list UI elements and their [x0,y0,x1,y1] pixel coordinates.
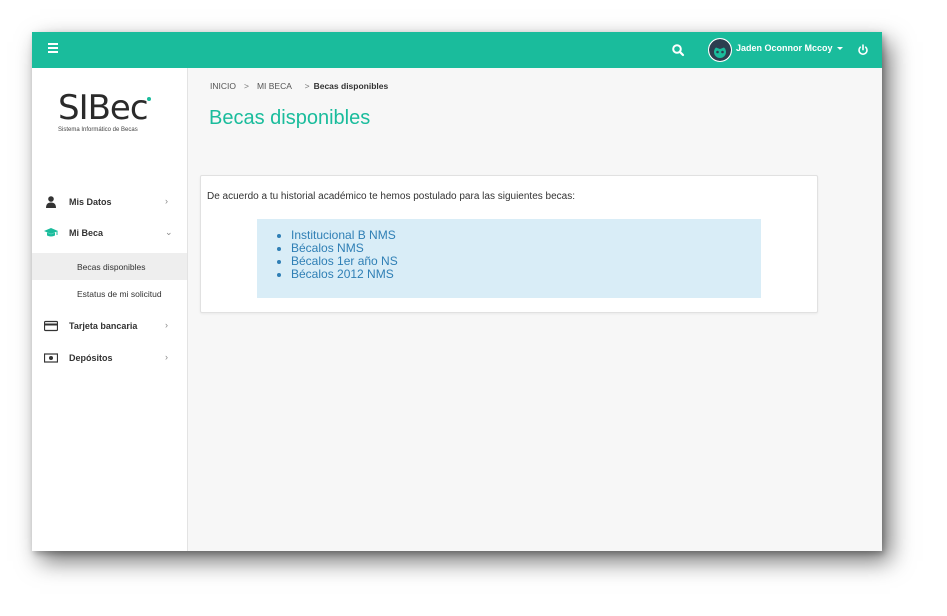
user-menu[interactable]: Jaden Oconnor Mccoy [736,43,843,53]
breadcrumb-separator: > [243,81,249,91]
logo-subtitle: Sistema Informático de Becas [58,127,138,133]
main-content: INICIO > MI BECA > Becas disponibles Becas … [188,68,882,551]
becas-list-box: Institucional B NMS Bécalos NMS Bécalos … [257,219,761,298]
page-title: Becas disponibles [209,107,371,129]
breadcrumb-current: Becas disponibles [313,81,389,91]
becas-list: Institucional B NMS Bécalos NMS Bécalos … [275,229,398,281]
chevron-right-icon: › [165,196,168,206]
chevron-right-icon: › [165,320,168,330]
money-icon [44,353,58,363]
hamburger-menu-icon[interactable] [48,43,58,57]
breadcrumb-separator: > [299,81,310,91]
chevron-down-icon: ⌄ [165,227,173,237]
list-item: Bécalos 2012 NMS [291,268,398,281]
sidebar-item-label: Depósitos [69,353,113,363]
top-navbar: Jaden Oconnor Mccoy [32,32,882,68]
breadcrumb: INICIO > MI BECA > Becas disponibles [210,81,388,91]
becas-card: De acuerdo a tu historial académico te h… [200,175,818,313]
logo-dot [147,97,151,101]
avatar-graduate-icon [709,39,731,61]
sidebar: SIBec Sistema Informático de Becas Mis D… [32,68,188,551]
sidebar-item-label: Mis Datos [69,197,112,207]
credit-card-icon [44,320,58,332]
sidebar-subitem-estatus-solicitud[interactable]: Estatus de mi solicitud [32,280,187,307]
user-avatar[interactable] [708,38,732,62]
sidebar-subitem-label: Estatus de mi solicitud [77,289,162,299]
sidebar-subitem-label: Becas disponibles [77,262,146,272]
breadcrumb-inicio[interactable]: INICIO [210,81,236,91]
sibec-logo: SIBec Sistema Informático de Becas [58,90,158,134]
chevron-right-icon: › [165,352,168,362]
sidebar-item-label: Tarjeta bancaria [69,321,138,331]
sidebar-subitem-becas-disponibles[interactable]: Becas disponibles [32,253,187,280]
user-name-label: Jaden Oconnor Mccoy [736,43,833,53]
sidebar-item-mis-datos[interactable]: Mis Datos › [32,187,187,217]
caret-down-icon [836,47,843,51]
intro-text: De acuerdo a tu historial académico te h… [207,191,575,202]
breadcrumb-mi-beca[interactable]: MI BECA [257,81,292,91]
sidebar-item-tarjeta-bancaria[interactable]: Tarjeta bancaria › [32,311,187,341]
user-icon [46,196,56,208]
logo-title: SIBec [58,88,149,128]
search-icon[interactable] [671,43,685,57]
power-icon[interactable] [857,44,869,56]
sidebar-item-depositos[interactable]: Depósitos › [32,343,187,373]
sidebar-item-mi-beca[interactable]: Mi Beca ⌄ [32,218,187,248]
sidebar-item-label: Mi Beca [69,228,104,238]
graduation-cap-icon [44,228,58,237]
app-window: Jaden Oconnor Mccoy SIBec Sistema Inform… [32,32,882,551]
